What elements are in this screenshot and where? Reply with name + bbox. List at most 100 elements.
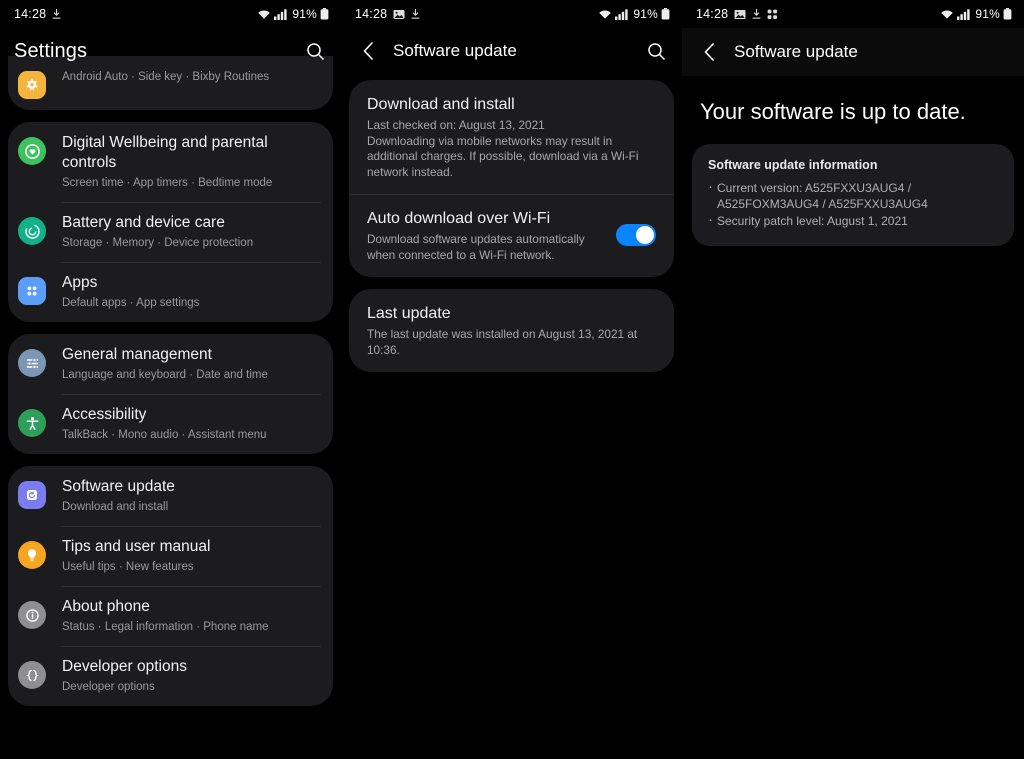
battery-icon [320, 8, 329, 20]
row-subtitle: Language and keyboard · Date and time [62, 369, 268, 381]
row-subtitle: Screen time · App timers · Bedtime mode [62, 177, 273, 189]
auto-download-section[interactable]: Auto download over Wi-Fi Download softwa… [349, 194, 674, 277]
signal-icon [274, 8, 287, 20]
row-title: About phone [62, 598, 150, 615]
sidebar-item-battery-device-care[interactable]: Battery and device care Storage · Memory… [8, 202, 333, 262]
status-message: Your software is up to date. [700, 99, 966, 124]
page-title: Software update [734, 42, 858, 61]
sidebar-item-apps[interactable]: Apps Default apps · App settings [8, 262, 333, 322]
row-text: Software update Download and install [62, 477, 319, 515]
status-time: 14:28 [14, 7, 47, 21]
row-title: Digital Wellbeing and parental controls [62, 134, 268, 171]
wifi-icon [940, 9, 954, 20]
developer-options-icon [18, 661, 46, 689]
sidebar-item-developer-options[interactable]: Developer options Developer options [8, 646, 333, 706]
download-install-title: Download and install [367, 96, 515, 113]
wifi-icon [257, 9, 271, 20]
accessibility-icon [18, 409, 46, 437]
status-bar-right: 91% [940, 7, 1012, 21]
info-heading: Software update information [708, 158, 878, 172]
battery-percent-label: 91% [975, 7, 1000, 21]
row-subtitle: Useful tips · New features [62, 561, 194, 573]
settings-group: Software update Download and install Tip… [8, 466, 333, 706]
auto-download-toggle[interactable] [616, 224, 656, 246]
software-update-icon [18, 481, 46, 509]
last-checked-label: Last checked on: August 13, 2021 [367, 118, 545, 132]
sidebar-item-general-management[interactable]: General management Language and keyboard… [8, 334, 333, 394]
image-icon [393, 9, 405, 20]
advanced-features-icon [18, 71, 46, 99]
status-bar-left: 14:28 [696, 7, 778, 21]
row-subtitle: Status · Legal information · Phone name [62, 621, 269, 633]
row-text: Digital Wellbeing and parental controls … [62, 133, 319, 191]
download-install-description: Downloading via mobile networks may resu… [367, 133, 639, 179]
digital-wellbeing-icon [18, 137, 46, 165]
row-title: Developer options [62, 658, 187, 675]
status-bar-panel3: 14:28 91% [682, 0, 1024, 28]
auto-download-text: Auto download over Wi-Fi Download softwa… [367, 208, 616, 263]
auto-download-title: Auto download over Wi-Fi [367, 210, 551, 227]
battery-device-care-icon [18, 217, 46, 245]
battery-icon [661, 8, 670, 20]
three-screenshot-strip: 14:28 91% Settings Android Auto · Side k… [0, 0, 1024, 759]
battery-icon [1003, 8, 1012, 20]
settings-group: Advanced features Android Auto · Side ke… [8, 56, 333, 110]
about-phone-icon [18, 601, 46, 629]
last-update-section[interactable]: Last update The last update was installe… [349, 289, 674, 372]
wifi-icon [598, 9, 612, 20]
back-chevron-icon[interactable] [355, 38, 381, 64]
row-subtitle: Default apps · App settings [62, 297, 200, 309]
software-update-information-card: Software update information Current vers… [692, 144, 1014, 246]
search-icon[interactable] [642, 37, 670, 65]
software-update-screen: 14:28 91% Software update Download and i… [341, 0, 682, 759]
last-update-title: Last update [367, 305, 451, 322]
toggle-knob [636, 226, 654, 244]
signal-icon [957, 8, 970, 20]
settings-group: Digital Wellbeing and parental controls … [8, 122, 333, 322]
auto-download-row: Auto download over Wi-Fi Download softwa… [367, 208, 656, 263]
row-title: Apps [62, 274, 98, 291]
sidebar-item-tips-and-user-manual[interactable]: Tips and user manual Useful tips · New f… [8, 526, 333, 586]
row-title: Accessibility [62, 406, 147, 423]
status-bar-left: 14:28 [14, 7, 61, 21]
software-update-action-bar: Software update [341, 28, 682, 74]
sidebar-item-software-update[interactable]: Software update Download and install [8, 466, 333, 526]
row-text: About phone Status · Legal information ·… [62, 597, 319, 635]
list-item: Security patch level: August 1, 2021 [708, 212, 998, 229]
page-title: Software update [393, 41, 517, 60]
status-time: 14:28 [696, 7, 729, 21]
signal-icon [615, 8, 628, 20]
row-text: Accessibility TalkBack · Mono audio · As… [62, 405, 319, 443]
row-text: Apps Default apps · App settings [62, 273, 319, 311]
row-text: Developer options Developer options [62, 657, 319, 695]
apps-icon [18, 277, 46, 305]
auto-download-description: Download software updates automatically … [367, 232, 585, 262]
up-to-date-action-bar: Software update [682, 28, 1024, 76]
back-chevron-icon[interactable] [696, 39, 722, 65]
download-install-card: Download and install Last checked on: Au… [349, 80, 674, 277]
image-icon [734, 9, 746, 20]
row-title: Tips and user manual [62, 538, 211, 555]
download-and-install-section[interactable]: Download and install Last checked on: Au… [349, 80, 674, 194]
row-text: General management Language and keyboard… [62, 345, 319, 383]
status-bar-left: 14:28 [355, 7, 420, 21]
status-bar-panel1: 14:28 91% [0, 0, 341, 28]
row-subtitle: Storage · Memory · Device protection [62, 237, 254, 249]
row-subtitle: Download and install [62, 501, 169, 513]
download-indicator-icon [411, 8, 420, 20]
last-update-card: Last update The last update was installe… [349, 289, 674, 372]
row-text: Battery and device care Storage · Memory… [62, 213, 319, 251]
sidebar-item-digital-wellbeing[interactable]: Digital Wellbeing and parental controls … [8, 122, 333, 202]
row-subtitle: Developer options [62, 681, 155, 693]
sidebar-item-about-phone[interactable]: About phone Status · Legal information ·… [8, 586, 333, 646]
sidebar-item-accessibility[interactable]: Accessibility TalkBack · Mono audio · As… [8, 394, 333, 454]
row-subtitle: TalkBack · Mono audio · Assistant menu [62, 429, 267, 441]
battery-percent-label: 91% [292, 7, 317, 21]
settings-screen: 14:28 91% Settings Android Auto · Side k… [0, 0, 341, 759]
row-subtitle: Android Auto · Side key · Bixby Routines [62, 71, 270, 83]
settings-list[interactable]: Advanced features Android Auto · Side ke… [0, 56, 341, 706]
list-item: Current version: A525FXXU3AUG4 / A525FOX… [708, 179, 998, 212]
sidebar-item-advanced-features[interactable]: Advanced features Android Auto · Side ke… [8, 56, 333, 110]
row-title: Battery and device care [62, 214, 225, 231]
row-title: Software update [62, 478, 175, 495]
